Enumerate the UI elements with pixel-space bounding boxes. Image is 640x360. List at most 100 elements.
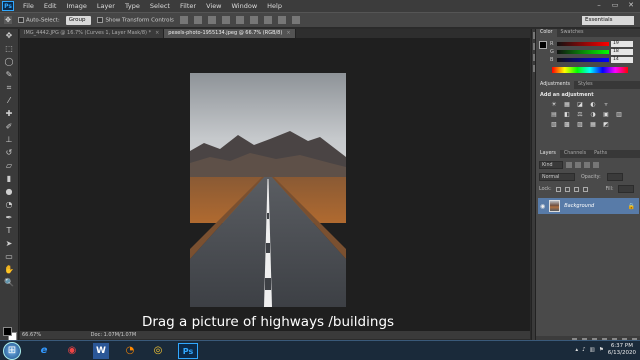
- history-brush-icon[interactable]: ↺: [4, 148, 14, 158]
- posterize-icon[interactable]: ▩: [563, 121, 571, 128]
- red-slider[interactable]: R 19: [550, 40, 640, 48]
- distribute-icon[interactable]: [263, 16, 272, 24]
- close-icon[interactable]: ×: [286, 30, 290, 36]
- lock-transparent-icon[interactable]: [555, 186, 561, 192]
- type-tool-icon[interactable]: T: [4, 226, 14, 236]
- blue-value[interactable]: 14: [611, 57, 633, 63]
- visibility-eye-icon[interactable]: ◉: [540, 203, 545, 210]
- quick-select-tool-icon[interactable]: ✎: [4, 70, 14, 80]
- menu-window[interactable]: Window: [227, 2, 263, 10]
- distribute-icon[interactable]: [291, 16, 300, 24]
- auto-select-checkbox[interactable]: Auto-Select:: [18, 16, 60, 23]
- tab-paths[interactable]: Paths: [590, 150, 611, 158]
- selective-color-icon[interactable]: ◩: [602, 121, 610, 128]
- color-lookup-icon[interactable]: ▥: [615, 111, 623, 118]
- start-button[interactable]: ⊞: [3, 342, 21, 360]
- layer-name[interactable]: Background: [564, 203, 594, 209]
- tab-layers[interactable]: Layers: [536, 150, 560, 158]
- color-fg-swatch[interactable]: [539, 41, 547, 49]
- doc-size[interactable]: Doc: 1.07M/1.07M: [91, 332, 137, 338]
- invert-icon[interactable]: ▧: [550, 121, 558, 128]
- vibrance-icon[interactable]: ▿: [602, 101, 610, 108]
- eyedropper-tool-icon[interactable]: ⁄: [4, 96, 14, 106]
- threshold-icon[interactable]: ▨: [576, 121, 584, 128]
- move-tool-icon[interactable]: ✥: [4, 16, 12, 24]
- hue-saturation-icon[interactable]: ▤: [550, 111, 558, 118]
- tab-styles[interactable]: Styles: [574, 81, 597, 89]
- word-icon[interactable]: W: [93, 343, 109, 359]
- chrome-icon[interactable]: ◉: [64, 343, 80, 359]
- menu-help[interactable]: Help: [262, 2, 287, 10]
- marquee-tool-icon[interactable]: ⬚: [4, 44, 14, 54]
- healing-tool-icon[interactable]: ✚: [4, 109, 14, 119]
- tab-channels[interactable]: Channels: [560, 150, 590, 158]
- hand-tool-icon[interactable]: ✋: [4, 265, 14, 275]
- stamp-tool-icon[interactable]: ⊥: [4, 135, 14, 145]
- green-slider[interactable]: G 18: [550, 48, 640, 56]
- lock-position-icon[interactable]: [573, 186, 579, 192]
- exposure-icon[interactable]: ◐: [589, 101, 597, 108]
- channel-mixer-icon[interactable]: ▣: [602, 111, 610, 118]
- close-icon[interactable]: ×: [155, 30, 159, 36]
- filter-type-icon[interactable]: [584, 162, 590, 168]
- dodge-tool-icon[interactable]: ◔: [4, 200, 14, 210]
- menu-file[interactable]: File: [18, 2, 39, 10]
- align-right-icon[interactable]: [249, 16, 258, 24]
- layer-background[interactable]: ◉ Background 🔒: [538, 198, 639, 214]
- transform-controls-checkbox[interactable]: Show Transform Controls: [97, 16, 174, 23]
- firefox-icon[interactable]: ◔: [122, 343, 138, 359]
- align-bottom-icon[interactable]: [207, 16, 216, 24]
- menu-edit[interactable]: Edit: [39, 2, 62, 10]
- workspace-dropdown[interactable]: Essentials: [582, 16, 634, 25]
- curves-icon[interactable]: ◪: [576, 101, 584, 108]
- align-middle-icon[interactable]: [193, 16, 202, 24]
- tab-color[interactable]: Color: [536, 29, 557, 37]
- lock-pixels-icon[interactable]: [564, 186, 570, 192]
- photo-filter-icon[interactable]: ◑: [589, 111, 597, 118]
- align-left-icon[interactable]: [221, 16, 230, 24]
- tray-arrow-icon[interactable]: ▴: [575, 347, 578, 353]
- document-image[interactable]: [190, 73, 346, 307]
- opacity-field[interactable]: [606, 173, 623, 181]
- lasso-tool-icon[interactable]: ◯: [4, 57, 14, 67]
- lock-all-icon[interactable]: [582, 186, 588, 192]
- close-button[interactable]: ✕: [626, 1, 636, 10]
- blur-tool-icon[interactable]: ●: [4, 187, 14, 197]
- network-icon[interactable]: ▥: [590, 347, 595, 353]
- clock[interactable]: 6:37 PM 6/13/2020: [608, 343, 636, 357]
- flag-icon[interactable]: ⚑: [599, 347, 604, 353]
- chrome-canary-icon[interactable]: ◎: [150, 343, 166, 359]
- pen-tool-icon[interactable]: ✒: [4, 213, 14, 223]
- crop-tool-icon[interactable]: ⌗: [4, 83, 14, 93]
- tab-adjustments[interactable]: Adjustments: [536, 81, 575, 89]
- brightness-icon[interactable]: ☀: [550, 101, 558, 108]
- black-white-icon[interactable]: ⚖: [576, 111, 584, 118]
- gradient-tool-icon[interactable]: ▮: [4, 174, 14, 184]
- distribute-icon[interactable]: [277, 16, 286, 24]
- internet-explorer-icon[interactable]: e: [36, 343, 52, 359]
- blue-slider[interactable]: B 14: [550, 56, 640, 64]
- layer-kind-filter[interactable]: Kind: [539, 161, 563, 169]
- move-tool-icon[interactable]: ✥: [4, 31, 14, 41]
- color-balance-icon[interactable]: ◧: [563, 111, 571, 118]
- shape-tool-icon[interactable]: ▭: [4, 252, 14, 262]
- eraser-tool-icon[interactable]: ▱: [4, 161, 14, 171]
- red-value[interactable]: 19: [611, 41, 633, 47]
- color-spectrum[interactable]: [552, 67, 628, 73]
- align-center-icon[interactable]: [235, 16, 244, 24]
- tab-pexels-photo[interactable]: pexels-photo-1955134.jpeg @ 66.7% (RGB/8…: [164, 29, 296, 38]
- menu-view[interactable]: View: [201, 2, 226, 10]
- auto-select-dropdown[interactable]: Group: [65, 15, 92, 25]
- fill-field[interactable]: [617, 185, 634, 193]
- photoshop-logo[interactable]: Ps: [2, 1, 14, 11]
- green-value[interactable]: 18: [611, 49, 633, 55]
- path-select-tool-icon[interactable]: ➤: [4, 239, 14, 249]
- tab-swatches[interactable]: Swatches: [557, 29, 588, 37]
- blend-mode-dropdown[interactable]: Normal: [539, 173, 575, 181]
- gradient-map-icon[interactable]: ▦: [589, 121, 597, 128]
- maximize-button[interactable]: ▭: [610, 1, 620, 10]
- speaker-icon[interactable]: ♪: [582, 347, 586, 353]
- filter-adjustment-icon[interactable]: [575, 162, 581, 168]
- zoom-tool-icon[interactable]: 🔍: [4, 278, 14, 288]
- minimize-button[interactable]: –: [594, 1, 604, 10]
